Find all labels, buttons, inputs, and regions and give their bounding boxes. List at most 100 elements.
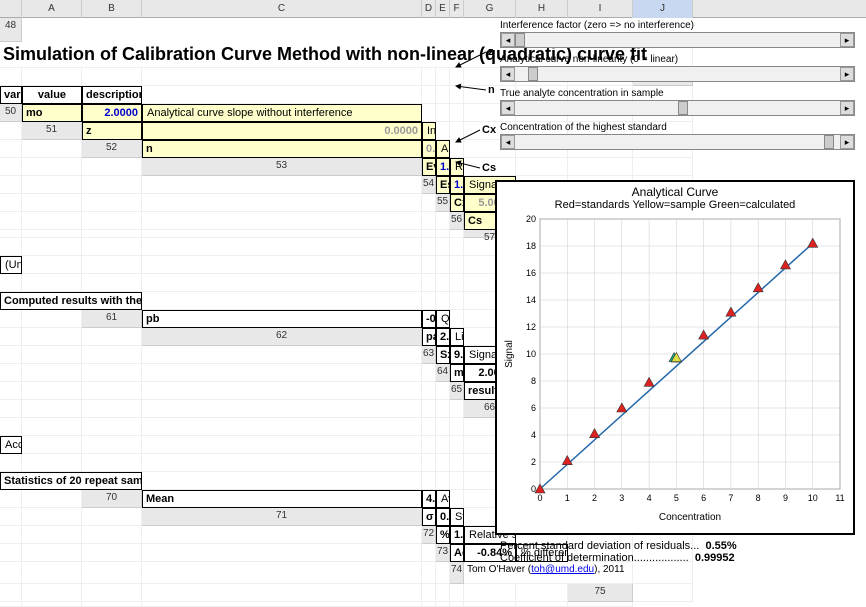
cell[interactable] [22,364,82,382]
cell[interactable] [142,472,422,490]
input-val[interactable]: 1.0000 [450,176,464,194]
col-F[interactable]: F [450,0,464,18]
slider-track[interactable]: ◂ ▸ [500,134,855,150]
cell[interactable] [422,602,436,607]
cell[interactable] [142,544,422,562]
cell[interactable] [436,400,450,418]
cell[interactable] [82,230,142,238]
input-var[interactable]: z [82,122,142,140]
cell[interactable] [436,454,450,472]
cell[interactable] [82,158,142,176]
stats-var[interactable]: Accuracy [450,544,464,562]
computed-val[interactable]: 2.120 [436,328,450,346]
slider-right-btn[interactable]: ▸ [840,67,854,81]
cell[interactable] [22,68,82,86]
cell[interactable] [22,544,82,562]
computed-var[interactable]: m [450,364,464,382]
cell[interactable] [0,238,22,256]
cell[interactable] [0,400,22,418]
cell[interactable] [436,122,450,140]
row-hdr[interactable]: 56 [450,212,464,230]
cell[interactable] [22,490,82,508]
cell[interactable] [0,454,22,472]
slider-track[interactable]: ◂ ▸ [500,66,855,82]
cell[interactable] [22,140,82,158]
cell[interactable] [0,230,22,238]
cell[interactable] [22,310,82,328]
cell[interactable] [0,176,22,194]
cell[interactable] [450,400,464,418]
slider-right-btn[interactable]: ▸ [840,33,854,47]
stats-val[interactable]: 1.25% [450,526,464,544]
cell[interactable] [450,436,464,454]
cell[interactable] [0,122,22,140]
cell[interactable] [436,86,450,104]
cell[interactable] [450,122,464,140]
cell[interactable] [22,238,82,256]
cell[interactable] [0,490,22,508]
cell[interactable] [22,526,82,544]
row-hdr[interactable]: 73 [436,544,450,562]
cell[interactable] [82,256,142,274]
cell[interactable] [142,436,422,454]
input-var[interactable]: Cx [450,194,464,212]
cell[interactable] [422,86,436,104]
stats-val[interactable]: 0.06 [436,508,450,526]
cell[interactable] [142,238,422,256]
slider-bar[interactable] [515,101,840,115]
cell[interactable] [82,328,142,346]
input-val[interactable]: 1.0000 [436,158,450,176]
row-hdr[interactable]: 54 [422,176,436,194]
col-H[interactable]: H [516,0,568,18]
cell[interactable] [633,562,693,584]
input-var[interactable]: n [142,140,422,158]
cell[interactable] [0,382,22,400]
row-hdr[interactable]: 51 [22,122,82,140]
cell[interactable] [22,346,82,364]
cell[interactable] [450,602,464,607]
cell[interactable] [22,400,82,418]
cell[interactable] [436,584,450,602]
col-A[interactable]: A [22,0,82,18]
cell[interactable] [0,68,22,86]
cell[interactable] [450,86,464,104]
row-hdr[interactable]: 74 [450,562,464,584]
slider-track[interactable]: ◂ ▸ [500,32,855,48]
row-hdr[interactable]: 61 [82,310,142,328]
cell[interactable] [633,584,693,602]
cell[interactable] [82,212,142,230]
author-link[interactable]: toh@umd.edu [531,564,594,575]
cell[interactable] [0,508,22,526]
cell[interactable] [450,418,464,436]
input-var[interactable]: mo [22,104,82,122]
cell[interactable] [82,584,142,602]
cell[interactable] [450,310,464,328]
cell[interactable] [450,238,464,256]
cell[interactable] [422,194,436,212]
col-B[interactable]: B [82,0,142,18]
cell[interactable] [142,400,422,418]
col-J[interactable]: J [633,0,693,18]
cell[interactable] [422,562,436,584]
cell[interactable] [82,364,142,382]
cell[interactable] [82,346,142,364]
cell[interactable] [142,292,422,310]
slider-bar[interactable] [515,135,840,149]
input-val[interactable]: 0.0000 [142,122,422,140]
cell[interactable] [0,140,22,158]
slider-track[interactable]: ◂ ▸ [500,100,855,116]
cell[interactable] [516,158,568,176]
cell[interactable] [0,364,22,382]
cell[interactable] [142,212,422,230]
cell[interactable] [82,436,142,454]
cell[interactable] [82,274,142,292]
cell[interactable] [422,472,436,490]
cell[interactable] [142,230,422,238]
cell[interactable] [22,418,82,436]
cell[interactable] [422,400,436,418]
cell[interactable] [422,584,436,602]
cell[interactable] [568,158,633,176]
cell[interactable] [0,310,22,328]
input-val[interactable]: 2.0000 [82,104,142,122]
cell[interactable] [0,346,22,364]
